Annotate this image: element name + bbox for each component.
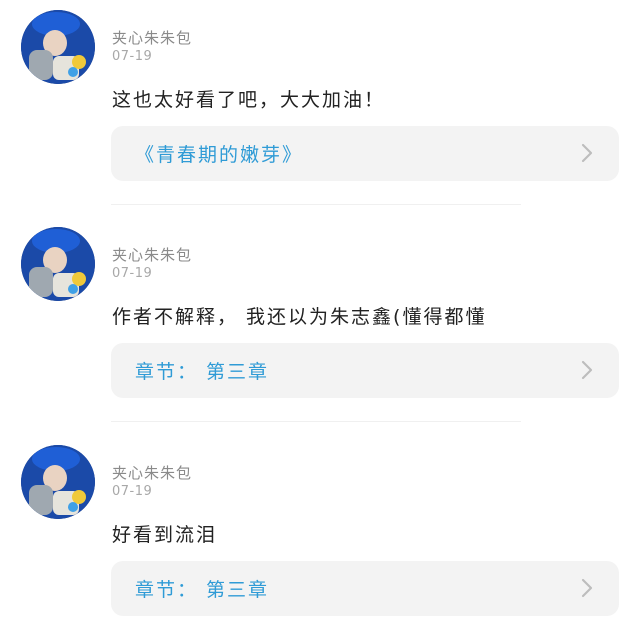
username[interactable]: 夹心朱朱包 <box>112 244 192 265</box>
comment-item: 夹心朱朱包 07-19 这也太好看了吧，大大加油！ 《青春期的嫩芽》 <box>0 0 640 205</box>
avatar[interactable] <box>21 10 95 84</box>
chevron-right-icon <box>581 360 593 380</box>
username[interactable]: 夹心朱朱包 <box>112 27 192 48</box>
reference-card[interactable]: 《青春期的嫩芽》 <box>111 126 619 181</box>
comment-item: 夹心朱朱包 07-19 好看到流泪 章节： 第三章 <box>0 435 640 629</box>
comment-text: 作者不解释， 我还以为朱志鑫(懂得都懂 <box>112 306 487 328</box>
avatar[interactable] <box>21 227 95 301</box>
comment-text: 这也太好看了吧，大大加油！ <box>112 89 386 111</box>
divider <box>111 204 521 205</box>
chapter-card[interactable]: 章节： 第三章 <box>111 561 619 616</box>
comment-text: 好看到流泪 <box>112 524 218 546</box>
chapter-card[interactable]: 章节： 第三章 <box>111 343 619 398</box>
chevron-right-icon <box>581 578 593 598</box>
chapter-link[interactable]: 章节： 第三章 <box>135 575 269 602</box>
reference-link[interactable]: 《青春期的嫩芽》 <box>135 140 303 167</box>
comment-item: 夹心朱朱包 07-19 作者不解释， 我还以为朱志鑫(懂得都懂 章节： 第三章 <box>0 217 640 422</box>
comment-date: 07-19 <box>112 484 153 499</box>
username[interactable]: 夹心朱朱包 <box>112 462 192 483</box>
avatar[interactable] <box>21 445 95 519</box>
chevron-right-icon <box>581 143 593 163</box>
chapter-link[interactable]: 章节： 第三章 <box>135 357 269 384</box>
divider <box>111 421 521 422</box>
comment-date: 07-19 <box>112 266 153 281</box>
comment-date: 07-19 <box>112 49 153 64</box>
